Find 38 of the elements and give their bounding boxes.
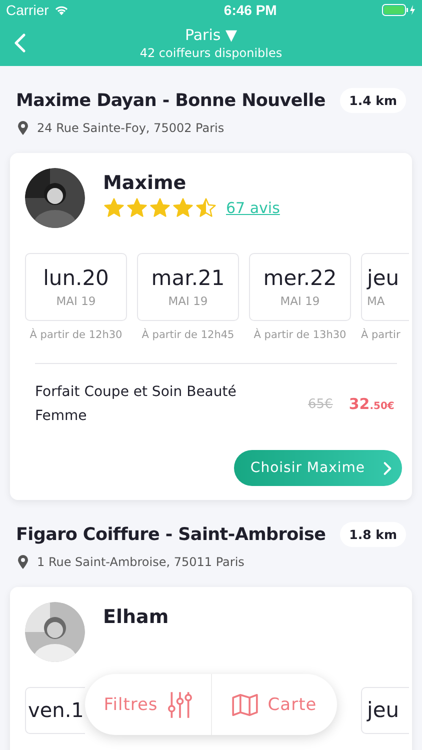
stylist-name: Elham [103, 606, 169, 628]
availability-text: À partir de 12h45 [142, 329, 234, 341]
star-icon [126, 197, 148, 219]
price: 32.50€ [348, 395, 394, 413]
sliders-icon [168, 690, 192, 718]
address-text: 24 Rue Sainte-Foy, 75002 Paris [37, 121, 224, 135]
star-icon [103, 197, 125, 219]
availability-text: À partir [361, 329, 400, 341]
availability-text: À partir de 13h30 [254, 329, 346, 341]
back-icon [14, 33, 26, 53]
star-icon [172, 197, 194, 219]
wifi-icon [54, 4, 69, 16]
battery-icon [382, 4, 416, 16]
star-icon [195, 197, 217, 219]
availability-text: À partir de 12h30 [30, 329, 122, 341]
address-text: 1 Rue Saint-Ambroise, 75011 Paris [37, 555, 244, 569]
distance-badge: 1.8 km [340, 522, 406, 547]
star-icon [149, 197, 171, 219]
service-name: Forfait Coupe et Soin Beauté Femme [35, 383, 238, 426]
date-button[interactable]: jeu [361, 687, 409, 734]
map-icon [232, 694, 258, 716]
clock-time: 6:46 PM [224, 2, 277, 18]
date-button[interactable]: jeu MA [361, 253, 409, 321]
date-button[interactable]: mer.22 MAI 19 [249, 253, 351, 321]
location-pin-icon [18, 121, 28, 135]
date-button[interactable]: ven.1 [25, 687, 85, 734]
distance-badge: 1.4 km [340, 88, 406, 113]
location-pin-icon [18, 555, 28, 569]
date-button[interactable]: lun.20 MAI 19 [25, 253, 127, 321]
stylist-name: Maxime [103, 172, 188, 194]
results-count: 42 coiffeurs disponibles [140, 46, 282, 60]
back-button[interactable] [14, 32, 28, 54]
salon-name: Maxime Dayan - Bonne Nouvelle [16, 90, 326, 110]
salon-name: Figaro Coiffure - Saint-Ambroise [16, 524, 326, 544]
old-price: 65€ [308, 396, 333, 412]
chevron-right-icon [383, 460, 392, 476]
carrier-label: Carrier [6, 2, 49, 18]
date-button[interactable]: mar.21 MAI 19 [137, 253, 239, 321]
